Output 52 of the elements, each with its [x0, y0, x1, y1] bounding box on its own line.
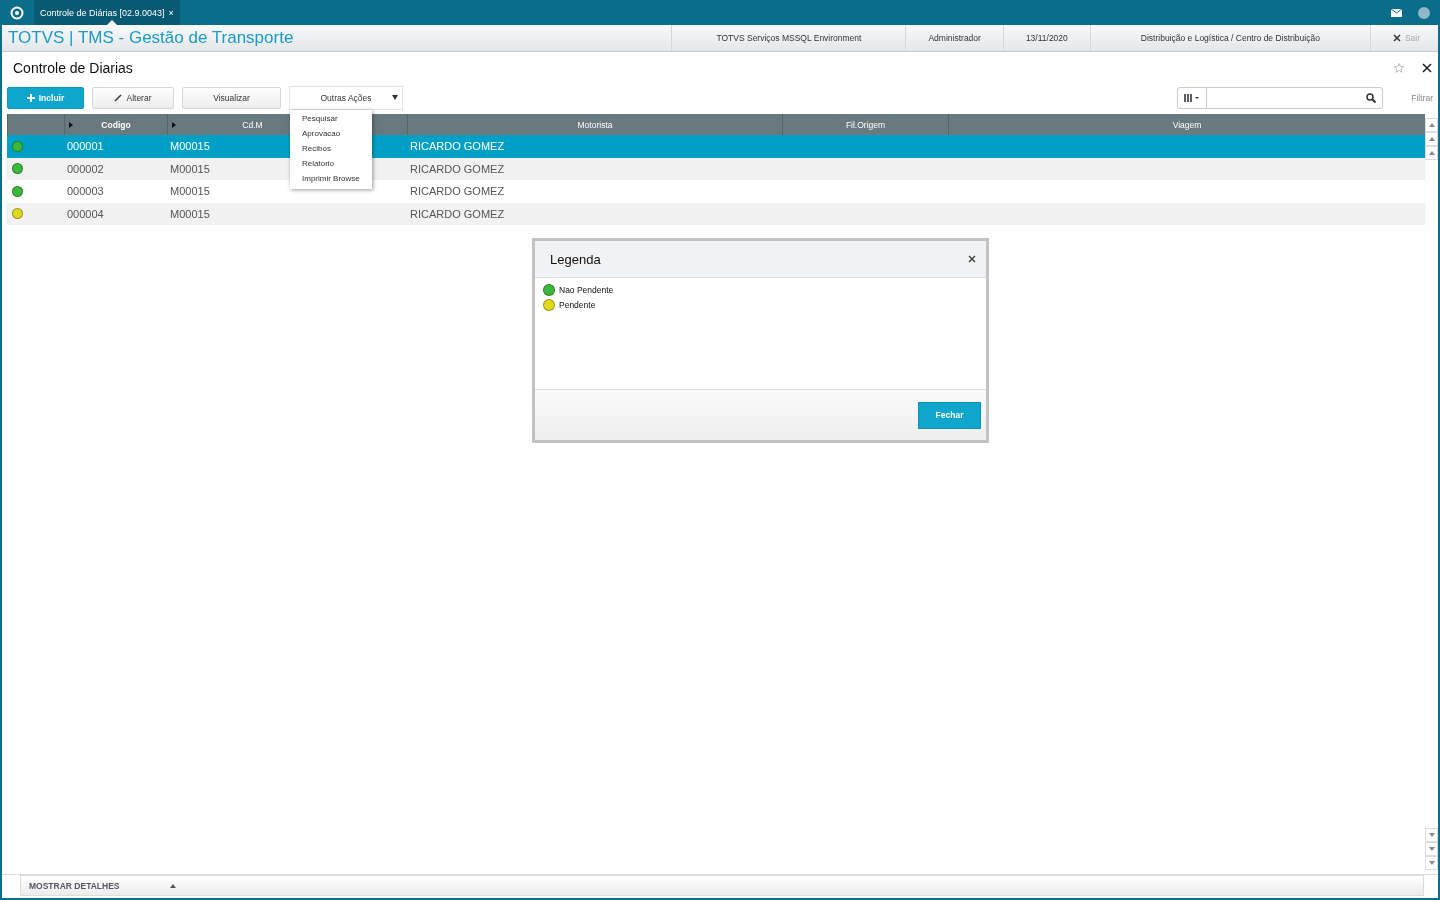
- environment-label: TOTVS Serviços MSSQL Environment: [671, 25, 906, 51]
- table-cell: RICARDO GOMEZ: [410, 140, 505, 153]
- table-cell: 000002: [67, 162, 104, 175]
- table-cell: 000001: [67, 140, 104, 153]
- more-actions-dropdown[interactable]: Outras Ações: [289, 86, 403, 110]
- app-title: TOTVS | TMS - Gestão de Transporte: [7, 28, 295, 48]
- menu-item[interactable]: Relatorio: [290, 157, 372, 172]
- search-field[interactable]: [1177, 87, 1384, 109]
- table-cell: 000003: [67, 185, 104, 198]
- column-header[interactable]: Motorista: [407, 114, 782, 135]
- column-header[interactable]: Codigo: [64, 114, 167, 135]
- table-cell: RICARDO GOMEZ: [410, 162, 505, 175]
- scroll-down-icon[interactable]: [1425, 856, 1438, 870]
- legend-label: Nao Pendente: [559, 285, 614, 295]
- tab-close-icon[interactable]: ×: [168, 7, 174, 18]
- window-tab[interactable]: Controle de Diárias [02.9.0043] ×: [34, 0, 180, 25]
- close-icon[interactable]: [968, 255, 976, 263]
- close-icon[interactable]: [1422, 63, 1432, 73]
- logo-icon[interactable]: [10, 6, 24, 20]
- view-button[interactable]: Visualizar: [182, 87, 281, 109]
- page-title: Controle de Diarias: [13, 60, 134, 76]
- menu-item[interactable]: Recibos: [290, 142, 372, 157]
- table-cell: M00015: [170, 207, 210, 220]
- table-cell: M00015: [170, 185, 210, 198]
- show-details-bar[interactable]: MOSTRAR DETALHES: [20, 875, 1424, 896]
- close-icon: [1392, 34, 1401, 42]
- star-icon[interactable]: [1394, 63, 1404, 73]
- table-cell: M00015: [170, 140, 210, 153]
- table-cell: RICARDO GOMEZ: [410, 185, 505, 198]
- scroll-up-icon[interactable]: [1425, 118, 1438, 132]
- plus-icon: [26, 94, 35, 102]
- menu-item[interactable]: Pesquisar: [290, 112, 372, 127]
- column-header[interactable]: Viagem: [948, 114, 1425, 135]
- scroll-down-icon[interactable]: [1425, 842, 1438, 856]
- legend-label: Pendente: [559, 300, 596, 310]
- module-label: Distribuição e Logística / Centro de Distribuição: [1089, 25, 1370, 51]
- status-header: [7, 114, 64, 135]
- scroll-up-icon[interactable]: [1425, 132, 1438, 146]
- scroll-down-icon[interactable]: [1425, 828, 1438, 842]
- dialog-title: Legenda: [550, 251, 602, 267]
- table-cell: RICARDO GOMEZ: [410, 207, 505, 220]
- scroll-up-icon[interactable]: [1425, 146, 1438, 160]
- search-icon[interactable]: [1366, 93, 1377, 103]
- user-label: Administrador: [905, 25, 1003, 51]
- table-cell: M00015: [170, 162, 210, 175]
- edit-button[interactable]: Alterar: [92, 87, 174, 109]
- date-label: 13/11/2020: [1002, 25, 1090, 51]
- table-cell: 000004: [67, 207, 104, 220]
- pencil-icon: [114, 94, 123, 102]
- table-row[interactable]: 000004 M00015 RICARDO GOMEZ: [7, 202, 1425, 225]
- column-header[interactable]: Fil.Origem: [782, 114, 948, 135]
- filter-link[interactable]: Filtrar: [1411, 93, 1433, 103]
